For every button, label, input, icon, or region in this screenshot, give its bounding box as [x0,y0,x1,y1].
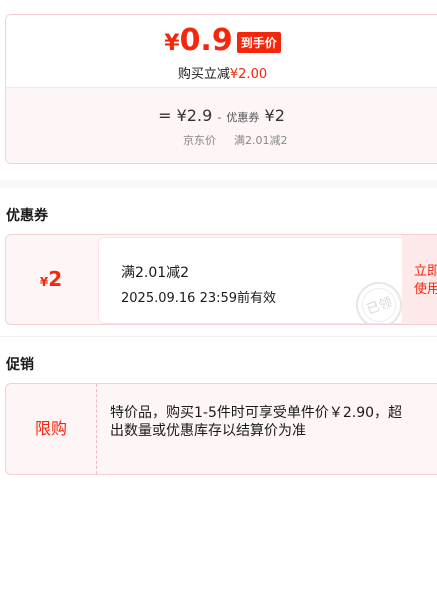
jd-price-value: ¥2.9 [176,106,213,125]
jd-price-label: 京东价 [183,134,216,147]
final-price-area: ¥0.9 到手价 购买立减¥2.00 [6,15,437,87]
equals-sign: = [158,106,172,125]
claimed-stamp-icon: 已领 [349,275,409,324]
coupon-card[interactable]: ¥2 满2.01减2 2025.09.16 23:59前有效 已领 立即使用 [5,234,437,325]
coupon-deduction-value: ¥2 [264,106,285,125]
coupon-word: 优惠券 [226,111,260,124]
final-price-value: 0.9 [179,23,233,58]
coupon-details: 满2.01减2 2025.09.16 23:59前有效 已领 [98,237,409,324]
promo-card: 限购 特价品，购买1-5件时可享受单件价￥2.90，超出数量或优惠库存以结算价为… [5,383,437,475]
instant-discount-row: 购买立减¥2.00 [6,63,437,82]
price-card: ¥0.9 到手价 购买立减¥2.00 = ¥2.9 - 优惠券 ¥2 京东价 满2… [5,14,437,164]
final-price-row: ¥0.9 到手价 [6,23,437,61]
divider [0,336,437,337]
coupon-amount: 2 [48,267,63,291]
coupon-value: ¥2 [39,267,62,291]
use-coupon-area[interactable]: 立即使用 [402,235,437,324]
section-separator [0,180,437,188]
instant-discount-amount: ¥2.00 [229,67,268,82]
final-price-currency: ¥ [164,31,180,56]
minus-sign: - [217,111,222,124]
coupon-value-area: ¥2 [6,235,96,324]
promo-section-title: 促销 [6,357,34,373]
final-price-tag: 到手价 [236,32,281,53]
promo-tag: 限购 [6,384,97,474]
price-breakdown: = ¥2.9 - 优惠券 ¥2 京东价 满2.01减2 [6,87,437,163]
instant-discount-label: 购买立减 [177,67,230,82]
use-coupon-button[interactable]: 立即使用 [414,263,437,299]
coupon-rule: 满2.01减2 [121,265,190,281]
coupon-currency: ¥ [39,275,49,289]
promo-description: 特价品，购买1-5件时可享受单件价￥2.90，超出数量或优惠库存以结算价为准 [110,405,403,439]
coupon-section-title: 优惠券 [6,208,48,224]
final-price: ¥0.9 [164,23,232,58]
coupon-rule-label: 满2.01减2 [234,134,288,147]
price-calculation: = ¥2.9 - 优惠券 ¥2 [6,106,437,125]
coupon-expiry: 2025.09.16 23:59前有效 [121,291,277,306]
